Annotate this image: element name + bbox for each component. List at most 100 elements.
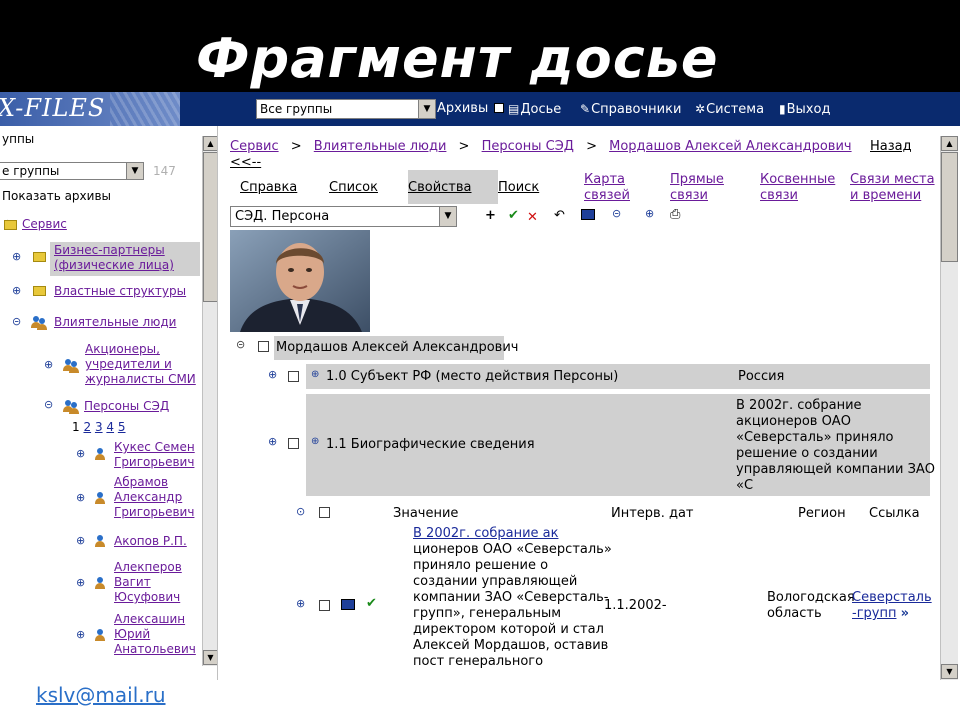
exit-icon: ▮ (779, 102, 786, 116)
slide-title: Фрагмент досье (196, 27, 719, 90)
breadcrumb-item[interactable]: Мордашов Алексей Александрович (609, 139, 851, 154)
pager-link[interactable]: 5 (118, 420, 126, 434)
undo-icon[interactable]: ↶ (554, 208, 565, 224)
breadcrumb-item[interactable]: Влиятельные люди (314, 139, 447, 154)
radio-icon[interactable]: ⊙ (296, 505, 305, 519)
scroll-up-icon[interactable]: ▲ (203, 136, 217, 151)
tree-expand-icon[interactable]: ⊕ (76, 491, 85, 505)
tree-collapse-icon[interactable]: ⊝ (12, 315, 21, 329)
person-item[interactable]: Абрамов Александр Григорьевич (114, 475, 194, 520)
confirm-check-icon[interactable]: ✔ (508, 208, 519, 224)
back-arrow-link[interactable]: <<-- (230, 155, 261, 171)
delete-x-icon[interactable]: ✕ (527, 210, 538, 226)
record-type-select[interactable]: СЭД. Персона ▼ (230, 206, 457, 227)
footer-email-link[interactable]: kslv@mail.ru (36, 683, 166, 707)
breadcrumb-item[interactable]: Персоны СЭД (482, 139, 574, 154)
detail-value-link[interactable]: В 2002г. собрание ак (413, 526, 612, 542)
tab-relations-map[interactable]: Карта связей (584, 172, 630, 204)
left-scrollbar[interactable]: ▲ ▼ (202, 136, 217, 666)
menu-dossier[interactable]: ▤Досье (508, 99, 561, 120)
scroll-down-icon[interactable]: ▼ (941, 664, 958, 679)
select-checkbox[interactable] (288, 438, 299, 449)
tree-expand-icon[interactable]: ⊕ (12, 250, 21, 264)
photo-card-icon[interactable] (581, 209, 595, 220)
more-arrow-icon[interactable]: » (901, 606, 909, 621)
pager-link[interactable]: 4 (106, 420, 114, 434)
select-checkbox[interactable] (319, 600, 330, 611)
person-item[interactable]: Кукес Семен Григорьевич (114, 440, 195, 470)
scroll-up-icon[interactable]: ▲ (941, 136, 958, 151)
chevron-down-icon[interactable]: ▼ (126, 163, 143, 179)
tree-item-influential-people[interactable]: Влиятельные люди (54, 315, 176, 330)
person-item-line1: Абрамов (114, 475, 169, 489)
expand-icon[interactable]: ⊕ (268, 435, 277, 449)
tree-item-service[interactable]: Сервис (22, 217, 67, 232)
scroll-down-icon[interactable]: ▼ (203, 650, 217, 665)
tree-item-persons-sed-label: Персоны СЭД (84, 399, 170, 413)
collapse-icon[interactable]: ⊝ (612, 206, 621, 222)
expand-icon[interactable]: ⊕ (268, 368, 277, 382)
person-item[interactable]: Акопов Р.П. (114, 534, 187, 549)
menu-archives-label: Архивы (437, 101, 489, 116)
tab-properties[interactable]: Свойства (408, 180, 472, 196)
tab-place-time-relations-line2: и времени (850, 188, 922, 203)
tab-list[interactable]: Список (329, 180, 378, 196)
tree-expand-icon[interactable]: ⊕ (12, 284, 21, 298)
add-value-icon[interactable]: ⊕ (311, 435, 319, 449)
chevron-down-icon[interactable]: ▼ (439, 207, 456, 226)
photo-card-icon[interactable] (341, 599, 355, 610)
select-checkbox[interactable] (258, 341, 269, 352)
show-archives-toggle[interactable]: Показать архивы (2, 189, 111, 204)
tree-collapse-icon[interactable]: ⊝ (44, 398, 53, 412)
tree-item-shareholders[interactable]: Акционеры, учредители и журналисты СМИ (85, 342, 196, 387)
tree-item-business-partners[interactable]: Бизнес-партнеры (физические лица) (54, 243, 174, 273)
detail-link[interactable]: Северсталь -групп » (852, 590, 932, 622)
pager-link[interactable]: 3 (95, 420, 103, 434)
tree-item-power-structures[interactable]: Властные структуры (54, 284, 186, 299)
person-item[interactable]: Алексашин Юрий Анатольевич (114, 612, 196, 657)
back-link[interactable]: Назад (870, 139, 912, 155)
checkbox-icon[interactable] (494, 103, 505, 113)
tree-expand-icon[interactable]: ⊕ (76, 447, 85, 461)
menu-exit[interactable]: ▮Выход (779, 99, 830, 120)
tab-reference[interactable]: Справка (240, 180, 297, 196)
tree-expand-icon[interactable]: ⊕ (76, 576, 85, 590)
add-value-icon[interactable]: ⊕ (311, 368, 319, 382)
person-item-line1: Акопов Р.П. (114, 534, 187, 548)
expand-icon[interactable]: ⊕ (296, 597, 305, 611)
person-item[interactable]: Алекперов Вагит Юсуфович (114, 560, 182, 605)
select-checkbox[interactable] (319, 507, 330, 518)
chevron-down-icon[interactable]: ▼ (418, 100, 435, 118)
tree-item-power-structures-label: Властные структуры (54, 284, 187, 298)
tab-search[interactable]: Поиск (498, 180, 539, 196)
person-photo-image (230, 230, 370, 332)
print-icon[interactable]: ⎙ (670, 207, 680, 223)
collapse-icon[interactable]: ⊝ (236, 338, 245, 352)
tree-expand-icon[interactable]: ⊕ (76, 534, 85, 548)
tree-expand-icon[interactable]: ⊕ (76, 628, 85, 642)
logo-decoration (110, 92, 180, 126)
tree-item-persons-sed[interactable]: Персоны СЭД (84, 399, 169, 414)
scroll-thumb[interactable] (941, 152, 958, 262)
pager-link[interactable]: 2 (83, 420, 91, 434)
people-icon-2 (68, 361, 80, 373)
group-select-value: Все группы (260, 102, 333, 116)
menu-system[interactable]: ✲Система (695, 99, 764, 120)
tree-expand-icon[interactable]: ⊕ (44, 358, 53, 372)
menu-handbooks[interactable]: ✎Справочники (580, 99, 681, 120)
tab-direct-relations[interactable]: Прямые связи (670, 172, 724, 204)
expand-icon[interactable]: ⊕ (645, 206, 654, 222)
add-icon[interactable]: + (485, 208, 496, 224)
tab-place-time-relations[interactable]: Связи места и времени (850, 172, 935, 204)
menu-system-label: Система (706, 102, 765, 117)
select-checkbox[interactable] (288, 371, 299, 382)
menu-archives[interactable]: Архивы (437, 99, 505, 119)
breadcrumb-item[interactable]: Сервис (230, 139, 279, 154)
confirm-check-icon[interactable]: ✔ (366, 596, 377, 612)
right-scrollbar[interactable]: ▲ ▼ (940, 136, 958, 680)
group-select[interactable]: Все группы ▼ (256, 99, 436, 119)
left-group-select[interactable]: е группы ▼ (0, 162, 144, 180)
tab-indirect-relations[interactable]: Косвенные связи (760, 172, 835, 204)
detail-value-line: пост генерального (413, 654, 544, 669)
scroll-thumb[interactable] (203, 152, 217, 302)
